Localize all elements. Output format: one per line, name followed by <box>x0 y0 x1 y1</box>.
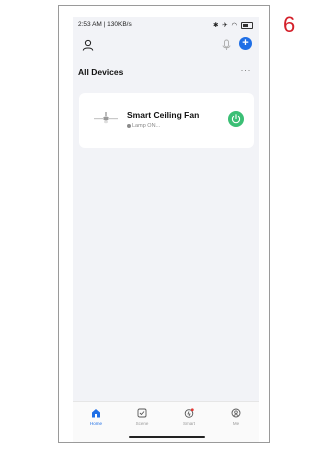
device-status: Lamp ON... <box>127 123 160 129</box>
power-button[interactable] <box>228 111 244 127</box>
ceiling-fan-thumbnail <box>93 111 119 132</box>
tab-home[interactable]: Home <box>81 408 111 426</box>
microphone-icon[interactable] <box>221 38 232 56</box>
home-icon <box>92 409 100 418</box>
tab-scene[interactable]: Scene <box>127 408 157 426</box>
tab-scene-label: Scene <box>135 421 149 426</box>
me-icon <box>231 408 241 418</box>
airplane-icon: ✈ <box>222 22 229 29</box>
device-card[interactable]: Smart Ceiling Fan Lamp ON... <box>79 93 254 148</box>
wifi-icon: ◠ <box>231 22 239 29</box>
tab-smart-label: Smart <box>182 421 195 426</box>
section-title: All Devices <box>78 67 124 77</box>
more-options-icon[interactable]: ··· <box>241 65 252 75</box>
scene-icon <box>137 408 147 418</box>
home-indicator[interactable] <box>129 436 205 438</box>
tab-home-label: Home <box>89 421 102 426</box>
tab-me-label: Me <box>232 421 240 426</box>
page-number: 6 <box>283 12 296 37</box>
status-icons: ✱ ✈ ◠ <box>213 21 253 29</box>
device-name: Smart Ceiling Fan <box>127 110 200 120</box>
device-status-text: Lamp ON... <box>132 123 161 129</box>
phone-screen: 2:53 AM | 130KB/s ✱ ✈ ◠ + All Devices ··… <box>73 17 259 442</box>
tab-smart[interactable]: Smart <box>174 408 204 426</box>
smart-icon <box>184 408 194 418</box>
app-header: + <box>73 37 259 53</box>
status-time-speed: 2:53 AM | 130KB/s <box>78 21 132 28</box>
tab-me[interactable]: Me <box>221 408 251 426</box>
status-dot <box>127 123 131 128</box>
person-icon[interactable] <box>82 38 94 56</box>
power-icon <box>231 114 241 124</box>
battery-icon <box>241 21 253 29</box>
status-bar: 2:53 AM | 130KB/s ✱ ✈ ◠ <box>78 21 255 31</box>
bottom-tab-bar: Home Scene Smart Me <box>73 401 259 442</box>
bluetooth-icon: ✱ <box>212 22 220 29</box>
add-device-button[interactable]: + <box>239 37 252 50</box>
